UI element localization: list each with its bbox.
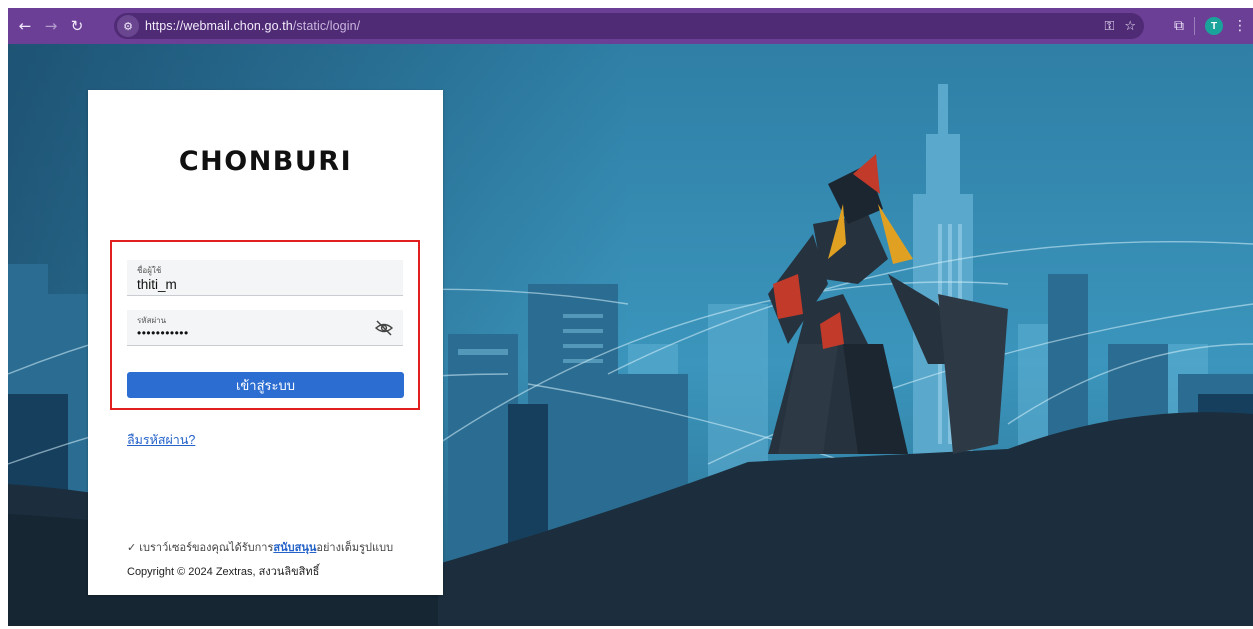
login-card: CHONBURI ชื่อผู้ใช้ รหัสผ่าน •••••••••••…: [88, 90, 443, 595]
url-host: https://webmail.chon.go.th: [145, 19, 293, 33]
username-field[interactable]: ชื่อผู้ใช้: [127, 260, 403, 296]
copyright-text: Copyright © 2024 Zextras, สงวนลิขสิทธิ์: [127, 566, 320, 578]
support-prefix: ✓ เบราว์เซอร์ของคุณได้รับการ: [127, 542, 274, 554]
username-input[interactable]: [137, 277, 367, 292]
star-icon[interactable]: ☆: [1124, 19, 1136, 34]
reload-icon: ↻: [70, 17, 84, 35]
support-suffix: อย่างเต็มรูปแบบ: [316, 542, 394, 554]
brand-title: CHONBURI: [178, 146, 353, 177]
kebab-menu-icon[interactable]: ⋮: [1233, 18, 1247, 34]
tune-icon: ⚙: [123, 19, 133, 33]
page-viewport: CHONBURI ชื่อผู้ใช้ รหัสผ่าน •••••••••••…: [8, 44, 1253, 626]
login-button[interactable]: เข้าสู่ระบบ: [127, 372, 404, 398]
omnibox-actions: ⚿ ☆: [1104, 13, 1136, 39]
key-icon[interactable]: ⚿: [1104, 19, 1114, 34]
forward-button[interactable]: →: [38, 13, 64, 39]
password-field[interactable]: รหัสผ่าน •••••••••••: [127, 310, 403, 346]
toolbar-separator: [1194, 17, 1195, 35]
back-button[interactable]: ←: [12, 13, 38, 39]
reload-button[interactable]: ↻: [64, 13, 90, 39]
profile-avatar[interactable]: T: [1205, 17, 1223, 35]
puzzle-icon[interactable]: ⧉: [1174, 18, 1184, 34]
password-input[interactable]: •••••••••••: [137, 326, 367, 340]
address-bar[interactable]: ⚙ https://webmail.chon.go.th/static/logi…: [114, 13, 1144, 39]
support-link[interactable]: สนับสนุน: [273, 542, 316, 554]
site-info-button[interactable]: ⚙: [117, 15, 139, 37]
url-path: /static/login/: [292, 19, 361, 33]
forgot-password-link[interactable]: ลืมรหัสผ่าน?: [127, 430, 195, 450]
url-text[interactable]: https://webmail.chon.go.th/static/login/: [145, 19, 360, 33]
arrow-right-icon: →: [44, 17, 58, 35]
browser-toolbar: ← → ↻ ⚙ https://webmail.chon.go.th/stati…: [8, 8, 1253, 44]
eye-off-icon[interactable]: [375, 320, 393, 336]
username-label: ชื่อผู้ใช้: [137, 266, 162, 275]
toolbar-actions: ⧉ T ⋮: [1174, 8, 1247, 44]
arrow-left-icon: ←: [18, 17, 32, 35]
browser-support-note: ✓ เบราว์เซอร์ของคุณได้รับการสนับสนุนอย่า…: [127, 538, 393, 556]
